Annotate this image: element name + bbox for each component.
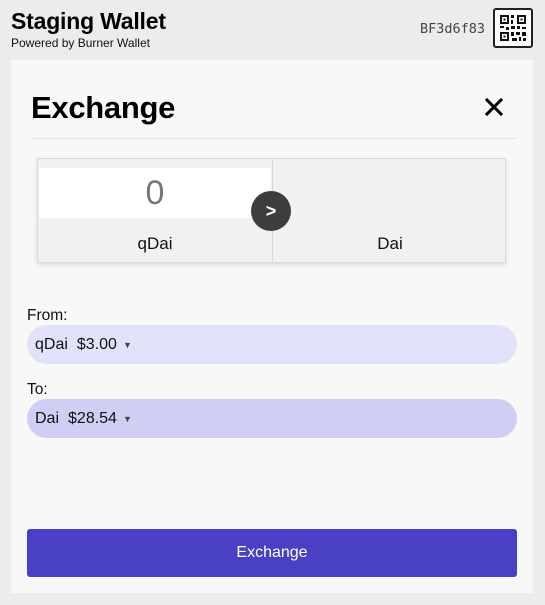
app-header: Staging Wallet Powered by Burner Wallet … bbox=[0, 0, 545, 60]
chevron-down-icon: ▼ bbox=[122, 413, 132, 424]
exchange-button[interactable]: Exchange bbox=[27, 529, 517, 577]
divider bbox=[31, 138, 517, 139]
from-select-token: qDai bbox=[35, 335, 68, 353]
wallet-address: BF3d6f83 bbox=[419, 21, 485, 37]
from-label: From: bbox=[27, 307, 68, 324]
swap-card: qDai Dai > bbox=[37, 158, 506, 263]
close-icon bbox=[485, 98, 503, 116]
to-token-label: Dai bbox=[377, 234, 403, 253]
chevron-down-icon: ▼ bbox=[122, 339, 132, 350]
from-token-label: qDai bbox=[137, 234, 173, 253]
qr-code-icon bbox=[500, 15, 526, 41]
qr-code-button[interactable] bbox=[493, 8, 533, 48]
page-title: Exchange bbox=[31, 90, 176, 125]
amount-input[interactable] bbox=[39, 168, 271, 218]
to-select-token: Dai bbox=[35, 409, 60, 427]
close-button[interactable] bbox=[481, 94, 507, 120]
to-label: To: bbox=[27, 381, 48, 398]
from-select-balance: $3.00 bbox=[76, 335, 117, 353]
exchange-panel: Exchange qDai Dai > From: qDai $3.00 ▼ T… bbox=[11, 60, 533, 593]
to-select-balance: $28.54 bbox=[68, 409, 117, 427]
app-title: Staging Wallet bbox=[11, 8, 166, 34]
app-subtitle: Powered by Burner Wallet bbox=[11, 36, 150, 50]
to-asset-select[interactable]: Dai $28.54 ▼ bbox=[27, 399, 517, 438]
arrow-icon: > bbox=[251, 191, 291, 231]
from-asset-select[interactable]: qDai $3.00 ▼ bbox=[27, 325, 517, 364]
